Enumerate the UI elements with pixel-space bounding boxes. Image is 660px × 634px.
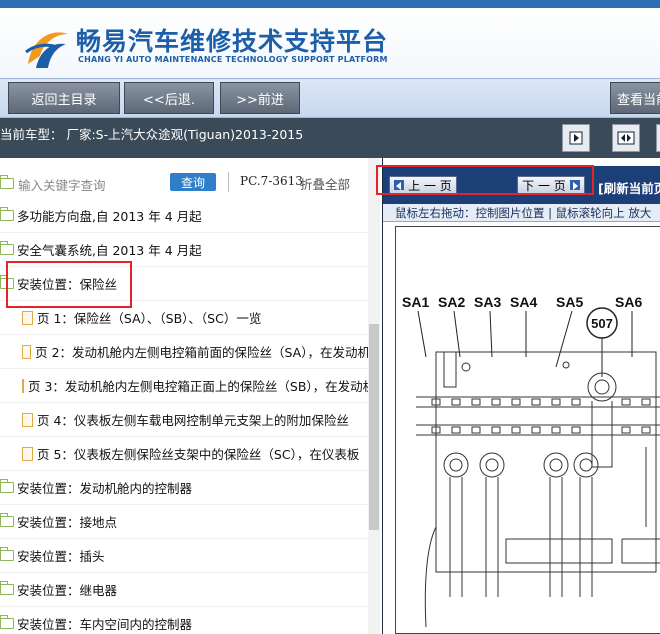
tree-page-item[interactable]: 页 3：发动机舱内左侧电控箱正面上的保险丝（SB），在发动机 xyxy=(0,369,375,403)
search-button[interactable]: 查询 xyxy=(170,173,216,191)
tree-folder-item[interactable]: 安装位置：继电器 xyxy=(0,573,370,607)
single-page-view-icon[interactable] xyxy=(562,124,590,152)
forward-button[interactable]: >>前进 xyxy=(220,82,300,114)
tree-page-item[interactable]: 页 2：发动机舱内左侧电控箱前面的保险丝（SA），在发动机 xyxy=(0,335,370,369)
page-icon xyxy=(22,446,33,461)
tree-item-label: 安装位置：插头 xyxy=(17,549,105,564)
tree-item-label: 页 4：仪表板左侧车载电网控制单元支架上的附加保险丝 xyxy=(37,413,349,428)
tree-page-item[interactable]: 页 4：仪表板左侧车载电网控制单元支架上的附加保险丝 xyxy=(0,403,370,437)
header: 畅易汽车维修技术支持平台 CHANG YI AUTO MAINTENANCE T… xyxy=(0,8,660,78)
tree-item-label: 页 3：发动机舱内左侧电控箱正面上的保险丝（SB），在发动机 xyxy=(28,379,376,394)
tree-item-label: 安装位置：车内空间内的控制器 xyxy=(17,617,193,632)
split-view-icon[interactable] xyxy=(612,124,640,152)
fuse-label-sa1: SA1 xyxy=(402,294,429,310)
tree-item-label: 页 1：保险丝（SA）、（SB）、（SC）一览 xyxy=(37,311,262,326)
divider xyxy=(228,172,229,192)
nav-toolbar: 返回主目录 <<后退. >>前进 查看当前 xyxy=(0,78,660,118)
tree-folder-item[interactable]: 多功能方向盘,自 2013 年 4 月起 xyxy=(0,199,370,233)
home-button[interactable]: 返回主目录 xyxy=(8,82,120,114)
tree-item-label: 安装位置：接地点 xyxy=(17,515,118,530)
folder-icon xyxy=(0,207,14,221)
fuse-label-sa3: SA3 xyxy=(474,294,501,310)
page-icon xyxy=(22,310,33,325)
sidebar-scrollbar[interactable] xyxy=(368,158,380,634)
tree-item-label: 安装位置：发动机舱内的控制器 xyxy=(17,481,193,496)
page-icon xyxy=(22,378,24,393)
tree-item-label: 页 2：发动机舱内左侧电控箱前面的保险丝（SA），在发动机 xyxy=(35,345,370,360)
tree-item-label: 多功能方向盘,自 2013 年 4 月起 xyxy=(17,209,202,224)
search-row: 输入关键字查询 查询 PC.7-3613 折叠全部 xyxy=(0,168,370,196)
logo-icon xyxy=(25,32,68,68)
folder-icon xyxy=(0,547,14,561)
folder-icon xyxy=(0,513,14,527)
tree-item-label: 安全气囊系统,自 2013 年 4 月起 xyxy=(17,243,202,258)
folder-icon xyxy=(0,581,14,595)
viewer-hint: 鼠标左右拖动：控制图片位置 | 鼠标滚轮向上 放大 xyxy=(383,204,660,222)
viewer-panel: 上 一 页 下 一 页 [刷新当前页 鼠标左右拖动：控制图片位置 | 鼠标滚轮向… xyxy=(382,158,660,634)
fuse-diagram[interactable]: SA1 SA2 SA3 SA4 SA5 SA6 507 xyxy=(395,226,660,634)
tree-folder-item[interactable]: 安装位置：发动机舱内的控制器 xyxy=(0,471,370,505)
view-current-button[interactable]: 查看当前 xyxy=(610,82,660,114)
highlight-pager-box xyxy=(376,165,594,195)
tree-page-item[interactable]: 页 5：仪表板左侧保险丝支架中的保险丝（SC），在仪表板 xyxy=(0,437,370,471)
pc-code-label: PC.7-3613 xyxy=(240,174,303,188)
current-car-model: 当前车型： 厂家:S-上汽大众途观(Tiguan)2013-2015 xyxy=(0,127,304,142)
folder-icon xyxy=(0,241,14,255)
page-icon xyxy=(22,344,32,359)
page-icon xyxy=(22,412,33,427)
refresh-page-link[interactable]: [刷新当前页 xyxy=(598,178,660,197)
tree-item-label: 页 5：仪表板左侧保险丝支架中的保险丝（SC），在仪表板 xyxy=(37,447,360,462)
top-accent-strip xyxy=(0,0,660,8)
fuse-label-sa6: SA6 xyxy=(615,294,642,310)
folder-icon xyxy=(0,479,14,493)
scrollbar-thumb[interactable] xyxy=(369,324,379,530)
more-view-icon[interactable] xyxy=(656,124,660,152)
fuse-label-sa4: SA4 xyxy=(510,294,537,310)
collapse-all-link[interactable]: 折叠全部 xyxy=(300,174,350,193)
fuse-label-sa2: SA2 xyxy=(438,294,465,310)
site-subtitle: CHANG YI AUTO MAINTENANCE TECHNOLOGY SUP… xyxy=(78,55,388,64)
back-button[interactable]: <<后退. xyxy=(124,82,214,114)
sidebar-tree: 输入关键字查询 查询 PC.7-3613 折叠全部 多功能方向盘,自 2013 … xyxy=(0,158,382,634)
highlight-tree-item-box xyxy=(6,261,132,308)
site-title: 畅易汽车维修技术支持平台 xyxy=(76,27,389,56)
tree-folder-item[interactable]: 安装位置：接地点 xyxy=(0,505,370,539)
tree-item-label: 安装位置：继电器 xyxy=(17,583,118,598)
tree-folder-item[interactable]: 安装位置：车内空间内的控制器 xyxy=(0,607,370,634)
car-info-bar: 当前车型： 厂家:S-上汽大众途观(Tiguan)2013-2015 xyxy=(0,118,660,158)
callout-label: 507 xyxy=(591,316,613,331)
search-input[interactable]: 输入关键字查询 xyxy=(18,175,106,194)
folder-icon xyxy=(0,175,14,189)
folder-icon xyxy=(0,615,14,629)
tree-folder-item[interactable]: 安装位置：插头 xyxy=(0,539,370,573)
fuse-diagram-drawing: SA1 SA2 SA3 SA4 SA5 SA6 507 xyxy=(402,294,660,628)
fuse-label-sa5: SA5 xyxy=(556,294,583,310)
